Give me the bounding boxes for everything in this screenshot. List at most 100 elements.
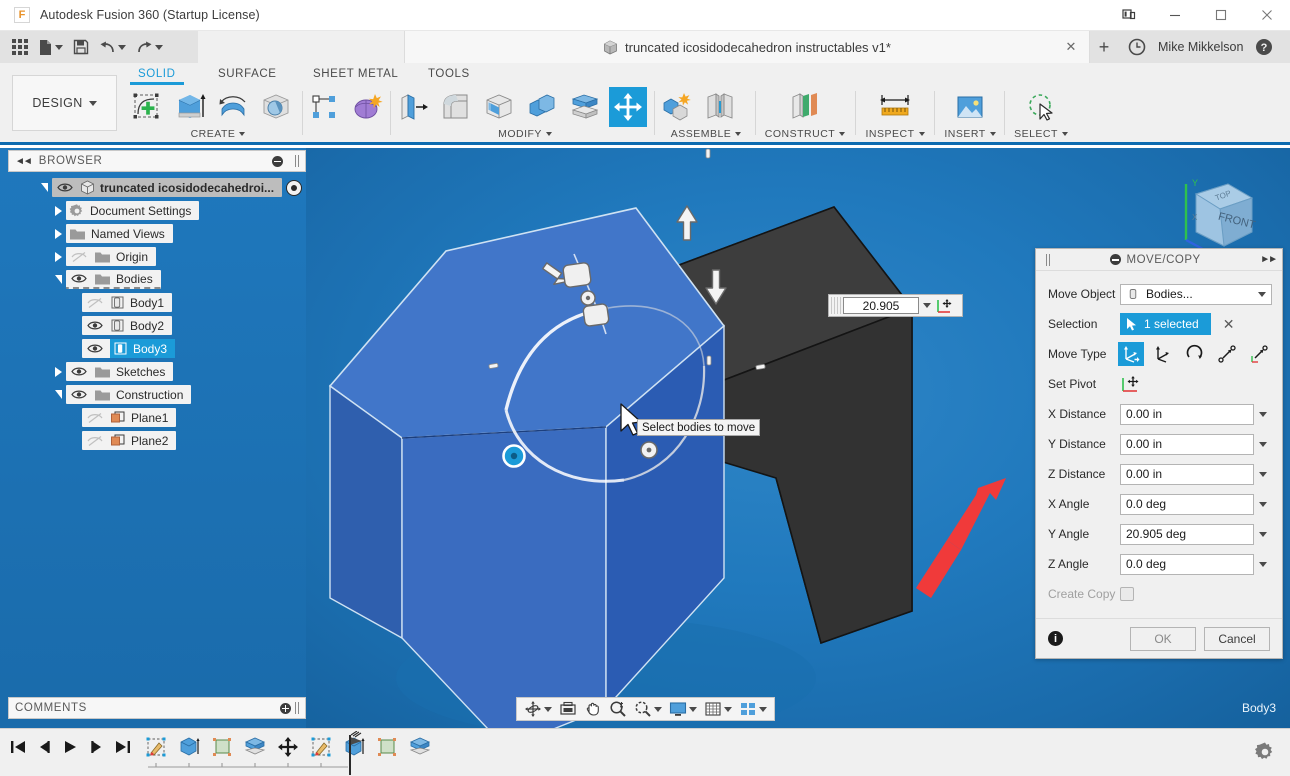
twisty-right-icon[interactable] xyxy=(50,249,66,265)
visibility-eye-off-icon[interactable] xyxy=(69,249,89,265)
ribbon-group-inspect-label[interactable]: INSPECT xyxy=(858,128,932,140)
visibility-eye-icon[interactable] xyxy=(69,271,89,287)
tab-surface[interactable]: SURFACE xyxy=(218,68,277,80)
measure-ruler-icon[interactable] xyxy=(876,87,914,127)
tree-item-box[interactable]: Document Settings xyxy=(66,201,199,220)
timeline-go-start-icon[interactable] xyxy=(10,739,27,755)
fit-window-icon[interactable] xyxy=(631,698,665,720)
extrude-icon[interactable] xyxy=(171,87,209,127)
move-copy-icon[interactable] xyxy=(609,87,647,127)
chevron-down-icon[interactable] xyxy=(1254,502,1272,507)
document-tab[interactable]: truncated icosidodecahedron instructable… xyxy=(404,31,1090,63)
tree-item-box[interactable]: Body3 xyxy=(82,339,175,358)
timeline-step-forward-icon[interactable] xyxy=(88,739,105,755)
angle-value-input[interactable] xyxy=(843,297,919,314)
twisty-down-icon[interactable] xyxy=(36,180,52,196)
tree-row-named-views[interactable]: Named Views xyxy=(8,222,306,245)
offset-plane-icon[interactable] xyxy=(786,87,824,127)
settings-gear-icon[interactable] xyxy=(1254,741,1276,763)
tree-row-body1[interactable]: Body1 xyxy=(8,291,306,314)
timeline-move-icon[interactable] xyxy=(276,735,300,759)
twisty-down-icon[interactable] xyxy=(50,387,66,403)
display-settings-icon[interactable] xyxy=(666,698,700,720)
twisty-right-icon[interactable] xyxy=(50,364,66,380)
timeline-extrude-icon[interactable] xyxy=(177,735,201,759)
tree-item-box[interactable]: Construction xyxy=(66,385,191,404)
close-tab-button[interactable]: ✕ xyxy=(1063,39,1079,55)
new-tab-button[interactable]: + xyxy=(1090,31,1118,63)
tree-item-box[interactable]: Bodies xyxy=(66,270,161,289)
tree-row-bodies[interactable]: Bodies xyxy=(8,268,306,291)
drag-handle-icon[interactable] xyxy=(831,297,843,314)
user-name-label[interactable]: Mike Mikkelson xyxy=(1158,40,1243,54)
chevron-down-icon[interactable] xyxy=(1254,532,1272,537)
select-lasso-cursor-icon[interactable] xyxy=(1022,87,1060,127)
add-comment-icon[interactable] xyxy=(280,703,291,714)
visibility-eye-icon[interactable] xyxy=(69,364,89,380)
pivot-axis-icon[interactable] xyxy=(1120,374,1142,394)
ribbon-group-assemble-label[interactable]: ASSEMBLE xyxy=(658,128,754,140)
chevron-down-icon[interactable] xyxy=(919,303,935,308)
chevron-down-icon[interactable] xyxy=(654,707,662,712)
tab-solid[interactable]: SOLID xyxy=(138,68,176,80)
twisty-right-icon[interactable] xyxy=(50,226,66,242)
shell-icon[interactable] xyxy=(480,87,518,127)
y-angle-input[interactable]: 20.905 deg xyxy=(1120,524,1254,545)
pivot-axis-icon[interactable] xyxy=(935,297,955,315)
undo-button[interactable] xyxy=(95,34,130,60)
timeline-end-marker[interactable] xyxy=(340,731,364,776)
tree-row-plane1[interactable]: Plane1 xyxy=(8,406,306,429)
tree-item-box[interactable]: Origin xyxy=(66,247,156,266)
inline-value-editor[interactable] xyxy=(828,294,963,317)
press-pull-icon[interactable] xyxy=(394,87,432,127)
point-to-position-icon[interactable] xyxy=(1246,342,1272,366)
tree-row-body2[interactable]: Body2 xyxy=(8,314,306,337)
visibility-eye-icon[interactable] xyxy=(55,180,75,196)
chevron-down-icon[interactable] xyxy=(1258,292,1266,297)
tree-row-plane2[interactable]: Plane2 xyxy=(8,429,306,452)
clock-icon[interactable] xyxy=(1128,38,1146,56)
info-icon[interactable]: i xyxy=(1048,631,1063,646)
rotate-icon[interactable] xyxy=(1182,342,1208,366)
create-sketch-icon[interactable] xyxy=(128,87,166,127)
translate-xyz-icon[interactable] xyxy=(1118,342,1144,366)
tree-row-root[interactable]: truncated icosidodecahedroi... xyxy=(8,176,306,199)
help-question-icon[interactable]: ? xyxy=(1255,38,1273,56)
new-component-icon[interactable] xyxy=(658,87,696,127)
visibility-eye-off-icon[interactable] xyxy=(85,410,105,426)
twisty-down-icon[interactable] xyxy=(50,272,66,288)
tree-row-origin[interactable]: Origin xyxy=(8,245,306,268)
twisty-right-icon[interactable] xyxy=(50,203,66,219)
pan-hand-icon[interactable] xyxy=(581,698,605,720)
collapse-panel-icon[interactable]: ◄◄ xyxy=(15,156,31,167)
y-distance-input[interactable]: 0.00 in xyxy=(1120,434,1254,455)
zoom-magnifier-icon[interactable] xyxy=(606,698,630,720)
app-grid-button[interactable] xyxy=(8,34,32,60)
dialog-collapse-icon[interactable] xyxy=(1110,254,1121,265)
create-copy-checkbox[interactable] xyxy=(1120,587,1134,601)
activate-component-icon[interactable] xyxy=(286,180,302,196)
chevron-down-icon[interactable] xyxy=(1254,442,1272,447)
visibility-eye-icon[interactable] xyxy=(85,341,105,357)
insert-image-icon[interactable] xyxy=(951,87,989,127)
revolve-icon[interactable] xyxy=(214,87,252,127)
clear-selection-button[interactable]: ✕ xyxy=(1223,316,1235,333)
tree-item-box[interactable]: Sketches xyxy=(66,362,173,381)
translate-single-axis-icon[interactable] xyxy=(1150,342,1176,366)
split-face-icon[interactable] xyxy=(566,87,604,127)
move-object-select[interactable]: Bodies... xyxy=(1120,284,1272,305)
collapse-all-icon[interactable] xyxy=(272,156,283,167)
sphere-icon[interactable] xyxy=(257,87,295,127)
timeline-sketch-icon[interactable] xyxy=(309,735,333,759)
dialog-drag-grip[interactable] xyxy=(1046,254,1050,266)
panel-resize-grip[interactable] xyxy=(295,155,299,167)
timeline-split-icon[interactable] xyxy=(408,735,432,759)
timeline-plane-icon[interactable] xyxy=(375,735,399,759)
timeline-step-back-icon[interactable] xyxy=(36,739,53,755)
tree-item-box[interactable]: Body2 xyxy=(82,316,172,335)
comments-panel[interactable]: COMMENTS xyxy=(8,697,306,719)
selection-chip[interactable]: 1 selected xyxy=(1120,313,1211,335)
z-angle-input[interactable]: 0.0 deg xyxy=(1120,554,1254,575)
move-copy-dialog[interactable]: MOVE/COPY ►► Move Object Bodies... Selec… xyxy=(1035,248,1283,659)
tab-sheet-metal[interactable]: SHEET METAL xyxy=(313,68,398,80)
